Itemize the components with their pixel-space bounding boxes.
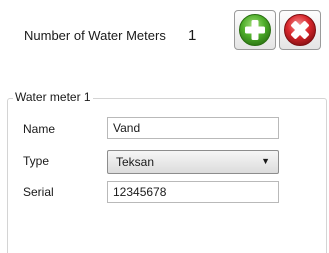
name-label: Name [23, 122, 56, 136]
type-select[interactable]: Teksan ▼ [107, 150, 279, 174]
type-selected-value: Teksan [116, 155, 155, 169]
name-field[interactable] [107, 117, 279, 139]
water-meter-count-label: Number of Water Meters [24, 28, 166, 43]
groupbox-title: Water meter 1 [13, 90, 93, 104]
chevron-down-icon: ▼ [261, 156, 270, 166]
x-circle-icon [284, 14, 316, 46]
water-meter-count-value: 1 [188, 27, 197, 44]
remove-meter-button[interactable] [279, 10, 321, 50]
serial-label: Serial [23, 185, 54, 199]
plus-circle-icon [239, 14, 271, 46]
type-label: Type [23, 154, 50, 168]
add-meter-button[interactable] [234, 10, 276, 50]
serial-field[interactable] [107, 181, 279, 203]
